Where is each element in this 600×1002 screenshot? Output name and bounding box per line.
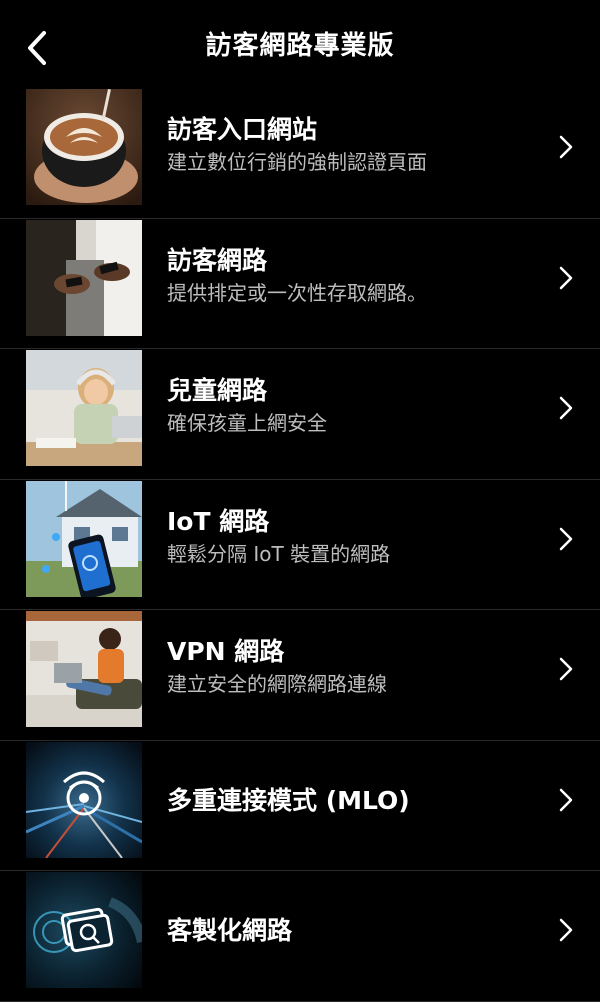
child-studying-photo: [26, 350, 142, 466]
list-item-guest-network[interactable]: 訪客網路 提供排定或一次性存取網路。: [0, 219, 600, 349]
chevron-left-icon: [28, 31, 46, 65]
chevron-right-icon: [558, 917, 574, 943]
item-subtitle: 輕鬆分隔 IoT 裝置的網路: [167, 541, 391, 566]
item-title: VPN 網路: [167, 637, 285, 666]
item-subtitle: 確保孩童上網安全: [167, 411, 327, 435]
list-item-guest-portal[interactable]: 訪客入口網站 建立數位行銷的強制認證頁面: [0, 88, 600, 219]
item-subtitle: 建立安全的網際網路連線: [167, 672, 387, 696]
network-list: 訪客入口網站 建立數位行銷的強制認證頁面 訪客網路 提供排定或一次性存取網路。: [0, 88, 600, 1002]
people-phones-photo: [26, 219, 142, 336]
item-subtitle: 建立數位行銷的強制認證頁面: [167, 150, 427, 174]
chevron-right-icon: [558, 787, 574, 813]
chevron-right-icon: [558, 395, 574, 421]
chevron-right-icon: [558, 134, 574, 160]
chevron-right-icon: [558, 265, 574, 291]
header-bar: 訪客網路專業版: [0, 0, 600, 90]
list-item-mlo[interactable]: 多重連接模式 (MLO): [0, 741, 600, 871]
chevron-right-icon: [558, 656, 574, 682]
mlo-wifi-graphic: [26, 741, 142, 858]
custom-network-graphic: [26, 872, 142, 988]
list-item-vpn-network[interactable]: VPN 網路 建立安全的網際網路連線: [0, 610, 600, 741]
smart-home-photo: [26, 480, 142, 597]
item-title: 訪客網路: [167, 245, 268, 275]
item-title: IoT 網路: [167, 506, 270, 536]
item-subtitle: 提供排定或一次性存取網路。: [167, 280, 427, 305]
item-title: 訪客入口網站: [167, 115, 318, 144]
back-button[interactable]: [22, 30, 52, 66]
woman-laptop-photo: [26, 611, 142, 727]
item-title: 兒童網路: [167, 376, 268, 405]
page-title: 訪客網路專業版: [205, 30, 395, 61]
latte-art-photo: [26, 89, 142, 205]
chevron-right-icon: [558, 526, 574, 552]
list-item-custom-network[interactable]: 客製化網路: [0, 871, 600, 1002]
list-item-iot-network[interactable]: IoT 網路 輕鬆分隔 IoT 裝置的網路: [0, 480, 600, 610]
list-item-kids-network[interactable]: 兒童網路 確保孩童上網安全: [0, 349, 600, 480]
item-title: 客製化網路: [167, 916, 293, 945]
item-title: 多重連接模式 (MLO): [167, 785, 410, 815]
